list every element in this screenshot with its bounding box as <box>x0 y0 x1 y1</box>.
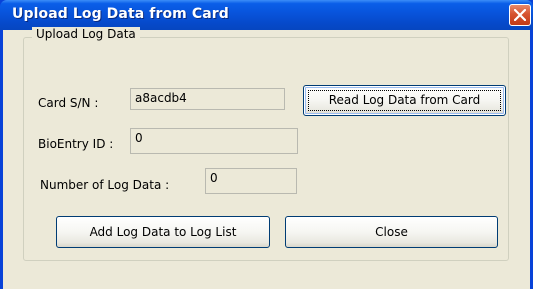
title-bar[interactable]: Upload Log Data from Card <box>0 0 533 30</box>
groupbox-legend: Upload Log Data <box>32 27 140 41</box>
number-of-log-data-label: Number of Log Data : <box>40 178 170 192</box>
read-log-data-button[interactable]: Read Log Data from Card <box>303 85 506 116</box>
number-of-log-data-field[interactable]: 0 <box>205 168 297 194</box>
add-log-data-button[interactable]: Add Log Data to Log List <box>56 216 270 248</box>
card-sn-field[interactable]: a8acdb4 <box>130 88 285 110</box>
close-button[interactable]: Close <box>285 216 498 248</box>
bioentry-id-label: BioEntry ID : <box>38 137 114 151</box>
close-x-icon <box>514 9 526 21</box>
card-sn-label: Card S/N : <box>38 96 99 110</box>
window-close-button[interactable] <box>509 4 531 26</box>
bioentry-id-field[interactable]: 0 <box>130 128 298 154</box>
window-title: Upload Log Data from Card <box>12 6 229 22</box>
